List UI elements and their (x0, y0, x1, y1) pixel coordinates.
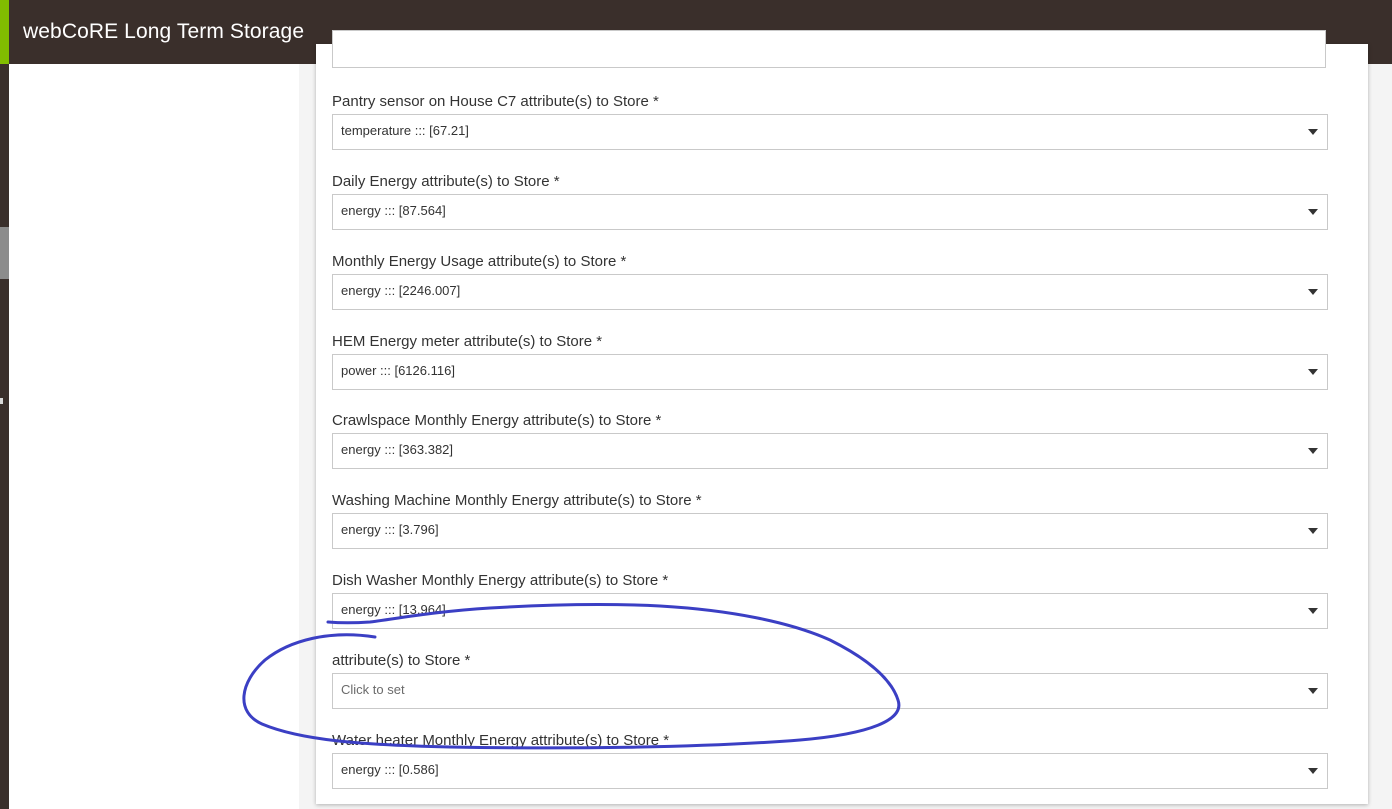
field-pantry-sensor: Pantry sensor on House C7 attribute(s) t… (332, 91, 1328, 150)
select-value: energy ::: [87.564] (341, 203, 446, 218)
app-title: webCoRE Long Term Storage (23, 20, 305, 43)
attribute-select[interactable]: energy ::: [3.796] (332, 513, 1328, 549)
attribute-select[interactable]: energy ::: [363.382] (332, 433, 1328, 469)
attribute-select[interactable]: power ::: [6126.116] (332, 354, 1328, 390)
field-label: HEM Energy meter attribute(s) to Store * (332, 333, 603, 350)
sidebar (9, 64, 299, 809)
field-label: Pantry sensor on House C7 attribute(s) t… (332, 93, 659, 110)
select-value: energy ::: [13.964] (341, 602, 446, 617)
attribute-select[interactable]: energy ::: [0.586] (332, 753, 1328, 789)
chevron-down-icon (1308, 209, 1318, 215)
field-label: Washing Machine Monthly Energy attribute… (332, 492, 702, 509)
field-label: Dish Washer Monthly Energy attribute(s) … (332, 572, 669, 589)
chevron-down-icon (1308, 608, 1318, 614)
previous-field-select[interactable] (332, 30, 1326, 68)
brand-accent-stripe (0, 0, 9, 64)
attribute-select[interactable]: Click to set (332, 673, 1328, 709)
field-crawlspace-energy: Crawlspace Monthly Energy attribute(s) t… (332, 410, 1328, 469)
select-value: energy ::: [3.796] (341, 522, 439, 537)
field-label: attribute(s) to Store * (332, 652, 471, 669)
select-value: energy ::: [0.586] (341, 762, 439, 777)
chevron-down-icon (1308, 688, 1318, 694)
chevron-down-icon (1308, 289, 1318, 295)
field-monthly-energy-usage: Monthly Energy Usage attribute(s) to Sto… (332, 251, 1328, 310)
chevron-down-icon (1308, 369, 1318, 375)
field-label: Monthly Energy Usage attribute(s) to Sto… (332, 253, 627, 270)
field-label: Daily Energy attribute(s) to Store * (332, 173, 560, 190)
attribute-select[interactable]: energy ::: [87.564] (332, 194, 1328, 230)
select-value: power ::: [6126.116] (341, 363, 455, 378)
field-dish-washer-energy: Dish Washer Monthly Energy attribute(s) … (332, 570, 1328, 629)
chevron-down-icon (1308, 528, 1318, 534)
side-rail (0, 64, 9, 809)
side-rail-tab[interactable] (0, 227, 9, 279)
side-rail-toggle-icon[interactable] (0, 398, 3, 404)
select-value: temperature ::: [67.21] (341, 123, 469, 138)
chevron-down-icon (1308, 129, 1318, 135)
chevron-down-icon (1308, 448, 1318, 454)
attribute-select[interactable]: energy ::: [2246.007] (332, 274, 1328, 310)
select-value: energy ::: [363.382] (341, 442, 454, 457)
field-label: Water heater Monthly Energy attribute(s)… (332, 732, 670, 749)
field-unnamed-device: attribute(s) to Store * Click to set (332, 650, 1328, 709)
select-value: energy ::: [2246.007] (341, 283, 461, 298)
chevron-down-icon (1308, 768, 1318, 774)
attribute-select[interactable]: energy ::: [13.964] (332, 593, 1328, 629)
field-water-heater-energy: Water heater Monthly Energy attribute(s)… (332, 730, 1328, 789)
select-placeholder: Click to set (341, 682, 405, 697)
field-hem-energy-meter: HEM Energy meter attribute(s) to Store *… (332, 331, 1328, 390)
field-washing-machine-energy: Washing Machine Monthly Energy attribute… (332, 490, 1328, 549)
field-label: Crawlspace Monthly Energy attribute(s) t… (332, 412, 662, 429)
field-daily-energy: Daily Energy attribute(s) to Store * ene… (332, 171, 1328, 230)
attribute-select[interactable]: temperature ::: [67.21] (332, 114, 1328, 150)
